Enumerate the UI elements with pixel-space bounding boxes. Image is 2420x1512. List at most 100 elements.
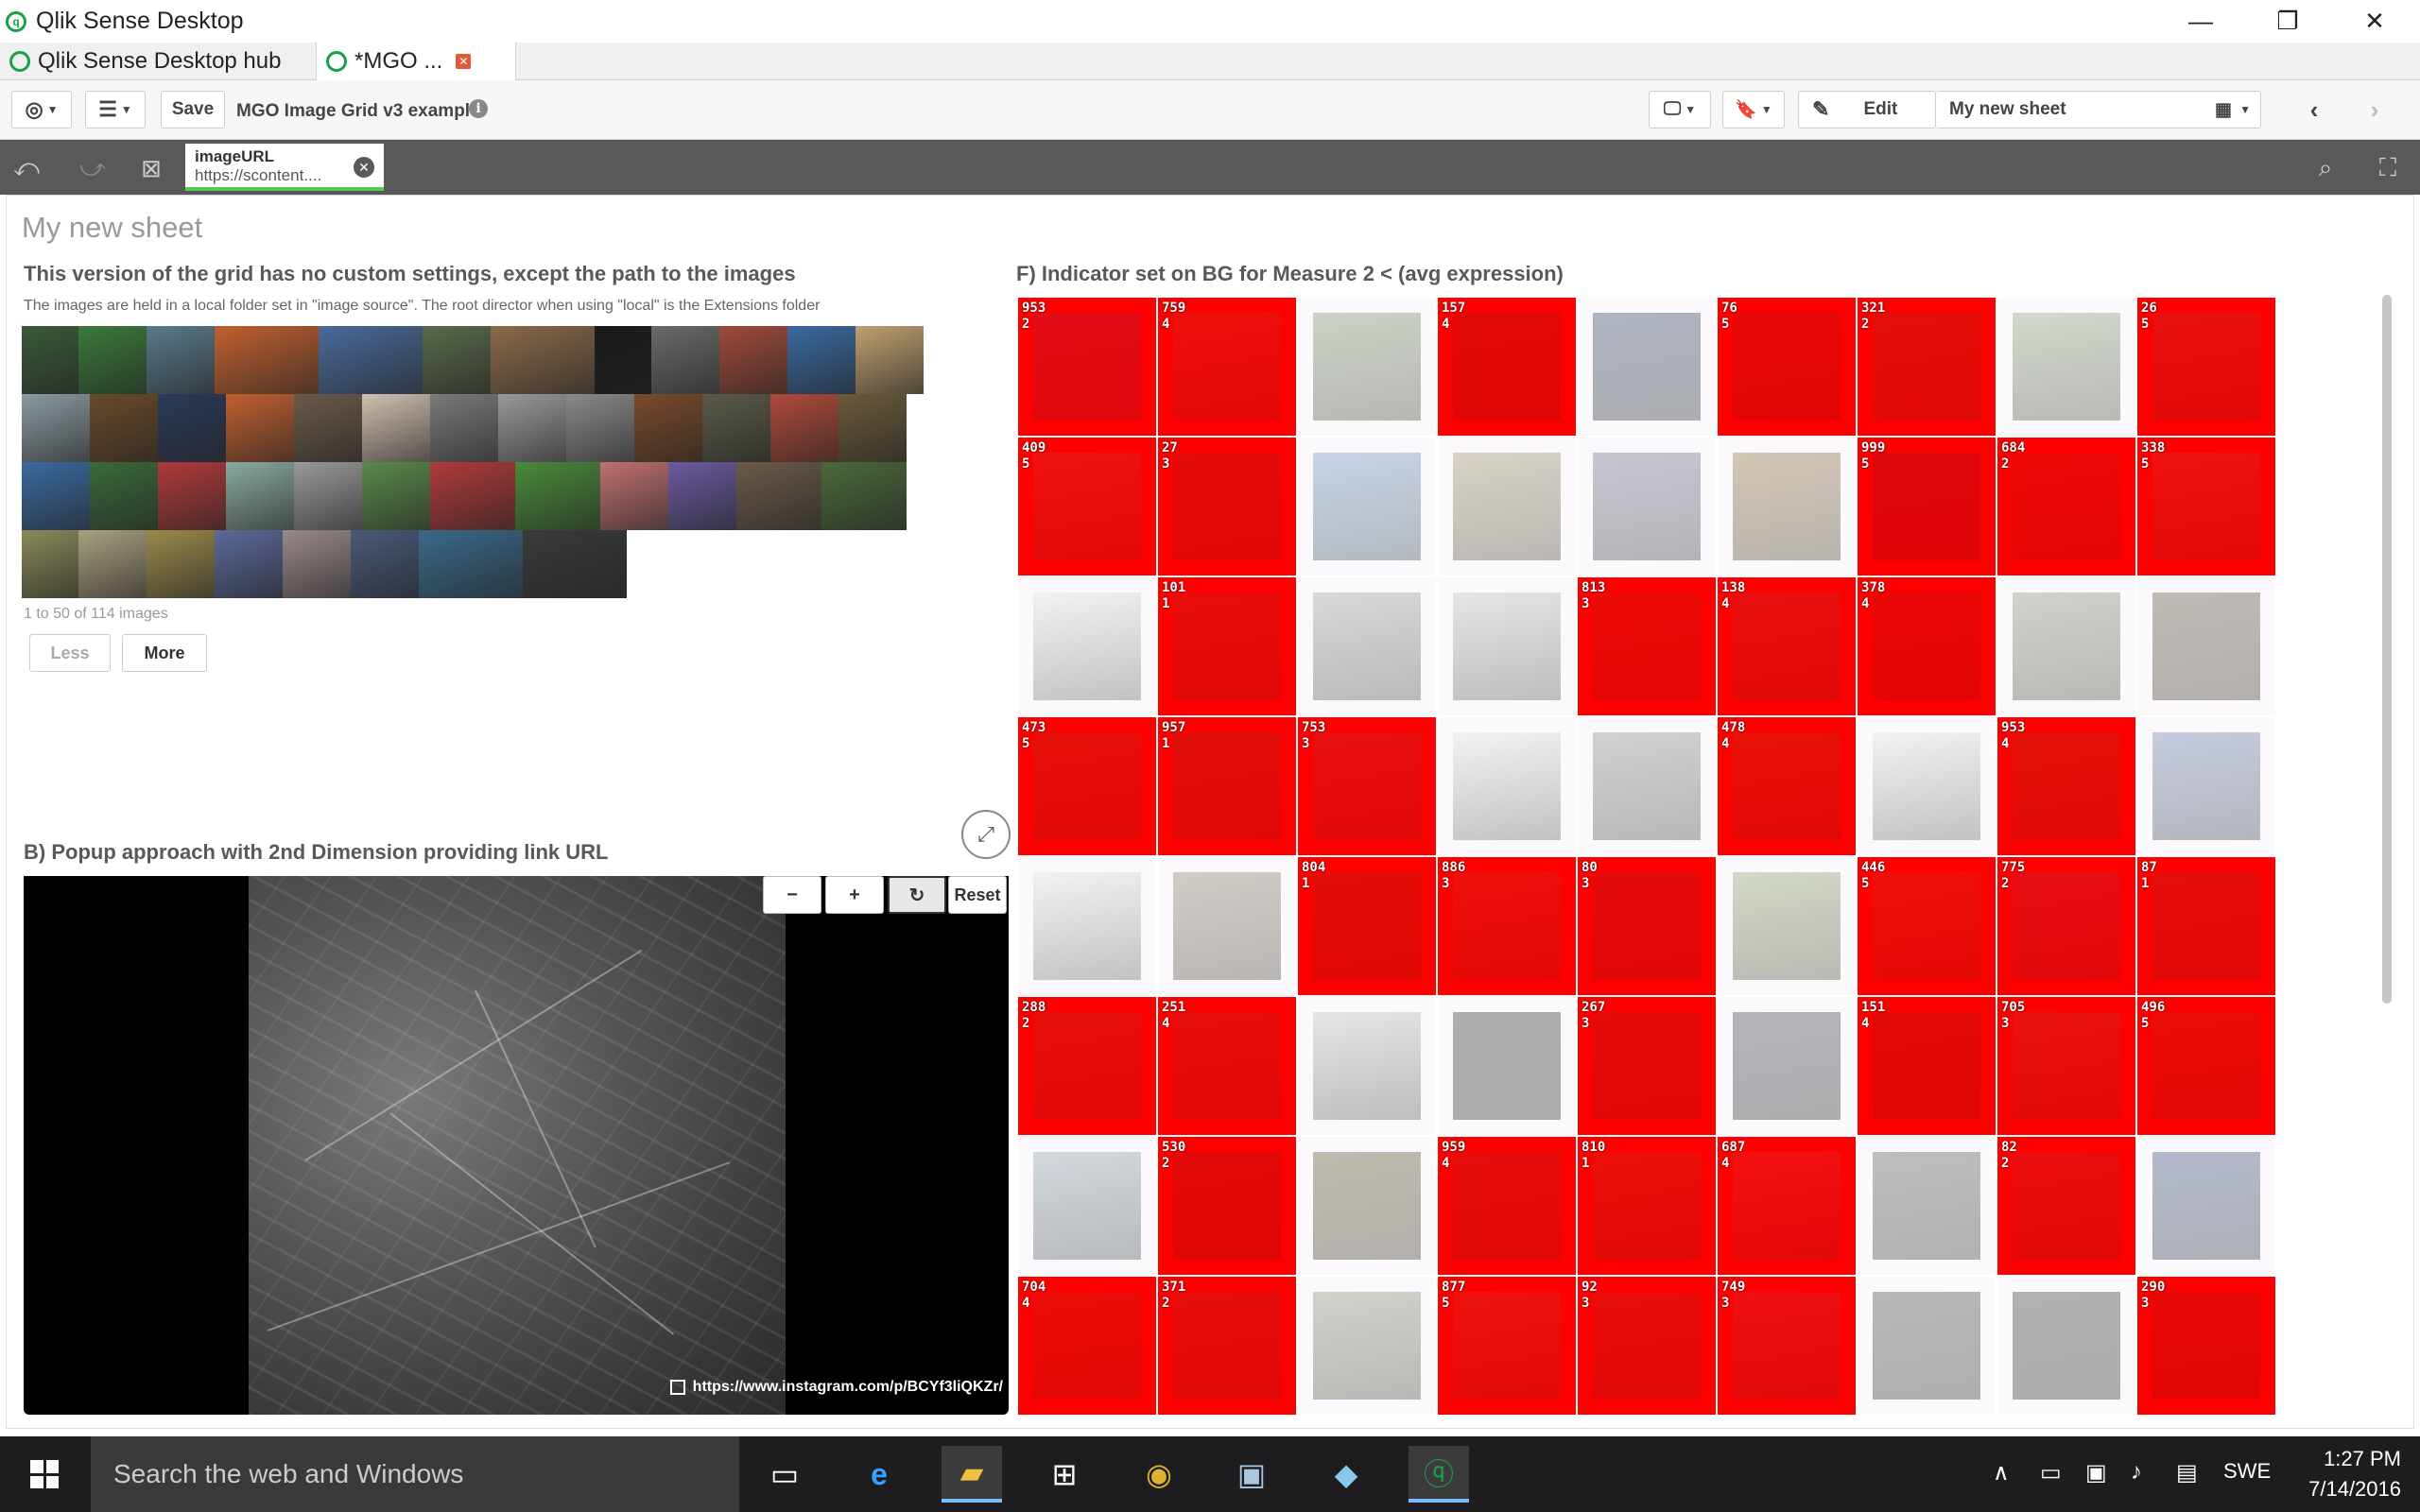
- power-icon[interactable]: ▭: [2040, 1459, 2062, 1486]
- present-button[interactable]: 🖵 ▼: [1649, 91, 1711, 129]
- save-button[interactable]: Save: [161, 91, 225, 129]
- mosaic-image[interactable]: [78, 326, 147, 394]
- mosaic-image[interactable]: [838, 394, 907, 462]
- grid-image-cell[interactable]: 810 1: [1578, 1137, 1716, 1275]
- grid-image-cell[interactable]: 687 4: [1718, 1137, 1856, 1275]
- tab-close-icon[interactable]: ✕: [456, 54, 472, 69]
- mosaic-image[interactable]: [226, 462, 294, 530]
- step-forward-icon[interactable]: ⤻: [76, 153, 110, 183]
- image-viewer[interactable]: − + ↻ Reset https://www.instagram.com/p/…: [24, 876, 1009, 1415]
- grid-image-cell[interactable]: [1578, 438, 1716, 576]
- grid-image-cell[interactable]: 684 2: [1997, 438, 2135, 576]
- taskbar-clock[interactable]: 1:27 PM 7/14/2016: [2308, 1444, 2401, 1504]
- taskbar-search[interactable]: Search the web and Windows: [91, 1436, 739, 1512]
- mosaic-image[interactable]: [22, 530, 78, 598]
- grid-image-cell[interactable]: [1858, 1137, 1996, 1275]
- grid-image-cell[interactable]: 138 4: [1718, 577, 1856, 715]
- mosaic-image[interactable]: [90, 462, 158, 530]
- grid-image-cell[interactable]: 759 4: [1158, 298, 1296, 436]
- selection-chip[interactable]: imageURL https://scontent.... ✕: [185, 144, 384, 191]
- mosaic-image[interactable]: [294, 462, 362, 530]
- mosaic-image[interactable]: [491, 326, 595, 394]
- edge-icon[interactable]: e: [849, 1446, 909, 1503]
- grid-image-cell[interactable]: 953 4: [1997, 717, 2135, 855]
- grid-image-cell[interactable]: 288 2: [1018, 997, 1156, 1135]
- grid-image-cell[interactable]: [1997, 298, 2135, 436]
- mosaic-image[interactable]: [566, 394, 634, 462]
- less-button[interactable]: Less: [29, 634, 111, 672]
- mosaic-image[interactable]: [283, 530, 351, 598]
- volume-icon[interactable]: ♪: [2131, 1459, 2142, 1486]
- grid-image-cell[interactable]: 886 3: [1438, 857, 1576, 995]
- grid-image-cell[interactable]: 290 3: [2137, 1277, 2275, 1415]
- task-view-icon[interactable]: ▭: [754, 1446, 815, 1503]
- grid-image-cell[interactable]: 321 2: [1858, 298, 1996, 436]
- grid-image-cell[interactable]: 378 4: [1858, 577, 1996, 715]
- grid-image-cell[interactable]: 478 4: [1718, 717, 1856, 855]
- grid-image-cell[interactable]: 530 2: [1158, 1137, 1296, 1275]
- grid-image-cell[interactable]: 27 3: [1158, 438, 1296, 576]
- grid-image-cell[interactable]: [2137, 717, 2275, 855]
- grid-image-cell[interactable]: 87 1: [2137, 857, 2275, 995]
- sheet-selector[interactable]: My new sheet ▦ ▼: [1936, 91, 2261, 129]
- grid-image-cell[interactable]: 151 4: [1858, 997, 1996, 1135]
- grid-image-cell[interactable]: 267 3: [1578, 997, 1716, 1135]
- mosaic-image[interactable]: [351, 530, 419, 598]
- mosaic-image[interactable]: [423, 326, 491, 394]
- grid-image-cell[interactable]: [1718, 438, 1856, 576]
- mosaic-image[interactable]: [702, 394, 770, 462]
- mosaic-image[interactable]: [498, 394, 566, 462]
- mosaic-image[interactable]: [523, 530, 627, 598]
- rotate-button[interactable]: ↻: [888, 876, 946, 914]
- grid-image-cell[interactable]: [1438, 438, 1576, 576]
- grid-image-cell[interactable]: 959 4: [1438, 1137, 1576, 1275]
- zoom-out-button[interactable]: −: [763, 876, 821, 914]
- mosaic-image[interactable]: [787, 326, 856, 394]
- navigation-menu-button[interactable]: ◎ ▼: [11, 91, 72, 129]
- grid-image-cell[interactable]: [1578, 298, 1716, 436]
- mosaic-image[interactable]: [821, 462, 907, 530]
- grid-image-cell[interactable]: [1298, 438, 1436, 576]
- mosaic-image[interactable]: [362, 394, 430, 462]
- grid-image-cell[interactable]: [1298, 1137, 1436, 1275]
- grid-image-cell[interactable]: [1997, 1277, 2135, 1415]
- grid-image-cell[interactable]: 804 1: [1298, 857, 1436, 995]
- reset-button[interactable]: Reset: [948, 876, 1007, 914]
- mosaic-image[interactable]: [147, 326, 215, 394]
- grid-image-cell[interactable]: 999 5: [1858, 438, 1996, 576]
- grid-image-cell[interactable]: [1718, 997, 1856, 1135]
- notifications-icon[interactable]: ▤: [2176, 1459, 2198, 1486]
- network-icon[interactable]: ▣: [2085, 1459, 2107, 1486]
- mosaic-image[interactable]: [668, 462, 736, 530]
- more-button[interactable]: More: [122, 634, 207, 672]
- grid-image-cell[interactable]: [2137, 1137, 2275, 1275]
- mosaic-image[interactable]: [294, 394, 362, 462]
- grid-image-cell[interactable]: 749 3: [1718, 1277, 1856, 1415]
- mosaic-image[interactable]: [90, 394, 158, 462]
- grid-image-cell[interactable]: [1018, 577, 1156, 715]
- mosaic-image[interactable]: [22, 326, 78, 394]
- grid-image-cell[interactable]: 82 2: [1997, 1137, 2135, 1275]
- selection-tool-icon[interactable]: ⛶: [2371, 153, 2405, 183]
- grid-image-cell[interactable]: [1438, 997, 1576, 1135]
- mosaic-image[interactable]: [736, 462, 821, 530]
- mosaic-image[interactable]: [319, 326, 423, 394]
- next-sheet-button[interactable]: ›: [2344, 91, 2405, 129]
- grid-image-cell[interactable]: [1858, 1277, 1996, 1415]
- mosaic-image[interactable]: [719, 326, 787, 394]
- mosaic-image[interactable]: [215, 530, 283, 598]
- grid-image-cell[interactable]: 496 5: [2137, 997, 2275, 1135]
- grid-image-cell[interactable]: 371 2: [1158, 1277, 1296, 1415]
- mosaic-image[interactable]: [430, 394, 498, 462]
- grid-image-cell[interactable]: 251 4: [1158, 997, 1296, 1135]
- grid-image-cell[interactable]: [1298, 577, 1436, 715]
- grid-image-cell[interactable]: 76 5: [1718, 298, 1856, 436]
- grid-image-cell[interactable]: [1298, 997, 1436, 1135]
- grid-image-cell[interactable]: 338 5: [2137, 438, 2275, 576]
- global-menu-button[interactable]: ☰ ▼: [85, 91, 146, 129]
- zoom-in-button[interactable]: +: [825, 876, 884, 914]
- minimize-button[interactable]: —: [2157, 0, 2244, 43]
- tab-hub[interactable]: Qlik Sense Desktop hub: [0, 43, 316, 80]
- previous-sheet-button[interactable]: ‹: [2284, 91, 2344, 129]
- mosaic-image[interactable]: [22, 394, 90, 462]
